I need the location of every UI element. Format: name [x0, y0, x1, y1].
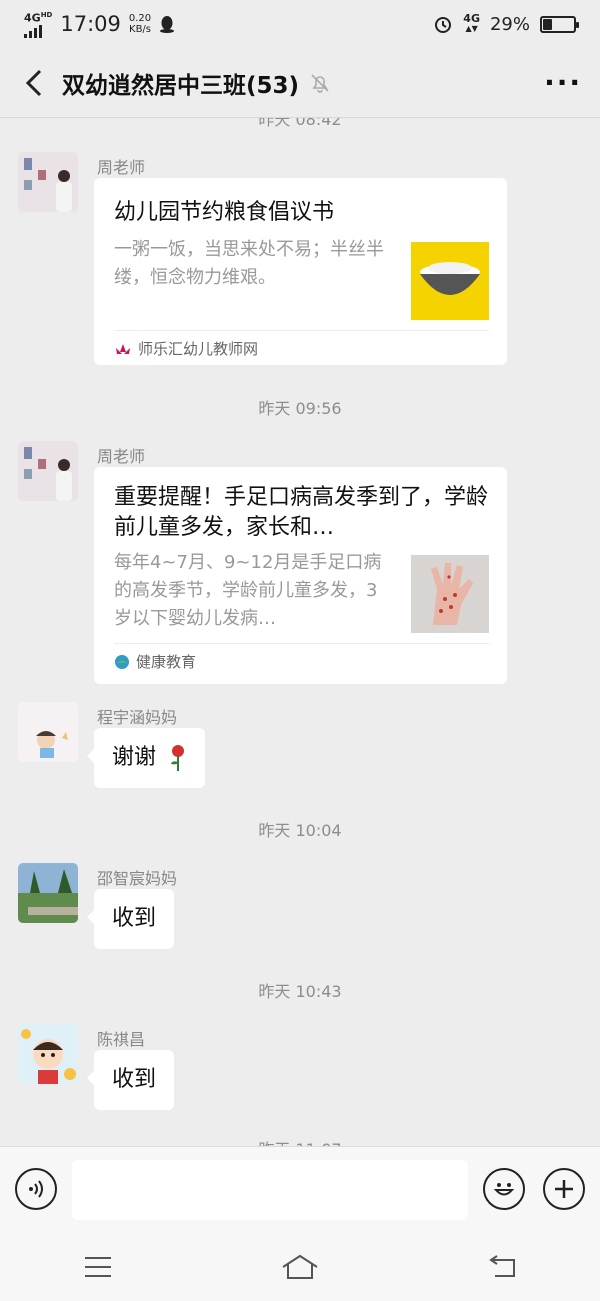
chat-header: 双幼逍然居中三班(53) ··· [0, 48, 600, 118]
avatar[interactable] [18, 441, 78, 501]
input-bar [0, 1146, 600, 1232]
timestamp: 昨天 08:42 [258, 118, 342, 129]
signal-indicator: 4GHD [24, 10, 52, 38]
menu-icon[interactable] [83, 1255, 113, 1279]
avatar[interactable] [18, 152, 78, 212]
message-text: 收到 [112, 906, 157, 931]
message-bubble[interactable]: 收到 [86, 889, 175, 949]
more-dots-icon[interactable]: ··· [544, 66, 582, 99]
back-arrow-icon[interactable] [487, 1254, 517, 1280]
timestamp: 昨天 10:43 [258, 982, 342, 1001]
message-list[interactable]: 昨天 08:42 周老师 幼儿园节约粮食倡议书 一粥一饭，当思来处不易；半丝半缕… [0, 118, 600, 1146]
sender-name: 周老师 [97, 447, 146, 466]
chat-title: 双幼逍然居中三班(53) [62, 72, 300, 99]
health-globe-icon [115, 654, 129, 669]
card-description: 一粥一饭，当思来处不易；半丝半缕，恒念物力维艰。 [114, 239, 384, 288]
message-bubble[interactable]: 收到 [86, 1050, 175, 1110]
card-source: 健康教育 [136, 653, 197, 671]
link-card[interactable]: 重要提醒！手足口病高发季到了，学龄前儿童多发，家长和… 每年4~7月、9~12月… [94, 467, 507, 684]
rice-bowl-thumbnail [411, 242, 489, 320]
card-description: 每年4~7月、9~12月是手足口病的高发季节，学龄前儿童多发，3岁以下婴幼儿发病… [114, 552, 382, 629]
card-source: 师乐汇幼儿教师网 [138, 340, 259, 358]
message-input[interactable] [72, 1160, 468, 1220]
timestamp: 昨天 11:07 [0, 1136, 600, 1146]
sender-name: 陈祺昌 [97, 1030, 146, 1049]
avatar[interactable] [18, 863, 78, 923]
avatar[interactable] [18, 1024, 78, 1084]
message-text: 谢谢 [112, 745, 157, 770]
sender-name: 周老师 [97, 158, 146, 177]
avatar[interactable] [18, 702, 78, 762]
sender-name: 程宇涵妈妈 [97, 708, 178, 727]
alarm-icon [435, 17, 452, 33]
home-icon[interactable] [280, 1253, 320, 1281]
battery-icon [540, 15, 579, 33]
message-text: 收到 [112, 1067, 157, 1092]
message-bubble[interactable]: 谢谢 [86, 728, 206, 788]
emoji-icon[interactable] [483, 1168, 525, 1210]
status-time: 17:09 [60, 12, 121, 36]
network-type: 4G ▲▼ [463, 12, 480, 33]
battery-percent: 29% [489, 13, 530, 35]
timestamp: 昨天 10:04 [258, 821, 342, 840]
data-arrows-icon: ▲▼ [465, 24, 478, 33]
card-title: 幼儿园节约粮食倡议书 [114, 200, 335, 225]
chevron-left-icon[interactable] [18, 66, 52, 100]
link-card[interactable]: 幼儿园节约粮食倡议书 一粥一饭，当思来处不易；半丝半缕，恒念物力维艰。 师乐汇幼… [94, 178, 507, 365]
signal-bars-icon [24, 24, 42, 38]
rose-icon [171, 745, 185, 771]
voice-icon[interactable] [15, 1168, 57, 1210]
bell-off-icon [311, 73, 329, 93]
lotus-icon [116, 343, 130, 354]
status-bar: 4GHD 17:09 0.20 KB/s 4G ▲▼ 29% [0, 0, 600, 48]
sender-name: 邵智宸妈妈 [97, 869, 178, 888]
battery-fill [543, 18, 553, 30]
network-speed: 0.20 KB/s [128, 13, 152, 35]
system-navigation-bar [0, 1232, 600, 1301]
qq-icon [160, 16, 175, 33]
hand-rash-thumbnail [411, 555, 489, 633]
timestamp: 昨天 09:56 [258, 399, 342, 418]
plus-icon[interactable] [543, 1168, 585, 1210]
card-title: 重要提醒！手足口病高发季到了，学龄前儿童多发，家长和… [114, 485, 489, 540]
